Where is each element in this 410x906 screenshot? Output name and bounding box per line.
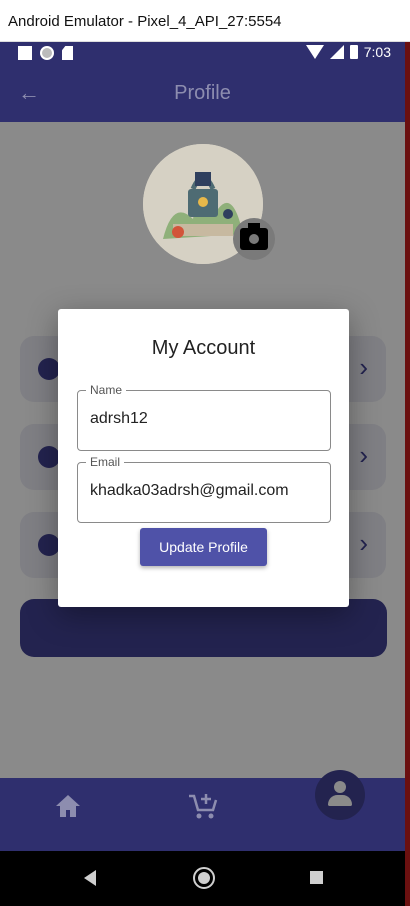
modal-backdrop[interactable]: My Account Name Email Update Profile xyxy=(0,42,405,906)
window-titlebar: Android Emulator - Pixel_4_API_27:5554 xyxy=(0,0,410,42)
window-edge xyxy=(405,42,410,906)
email-field[interactable]: Email xyxy=(77,455,331,523)
dialog-title: My Account xyxy=(151,337,256,359)
email-input[interactable] xyxy=(90,482,320,500)
phone-screen: 7:03 ← Profile › › › My Account Name adr… xyxy=(0,42,405,906)
email-field-label: Email xyxy=(86,455,125,469)
name-field-label: Name xyxy=(86,383,127,397)
my-account-dialog: My Account Name Email Update Profile xyxy=(58,309,349,607)
name-field[interactable]: Name xyxy=(77,383,331,451)
window-title: Android Emulator - Pixel_4_API_27:5554 xyxy=(8,13,282,30)
update-profile-button[interactable]: Update Profile xyxy=(140,528,267,566)
name-input[interactable] xyxy=(90,410,320,428)
